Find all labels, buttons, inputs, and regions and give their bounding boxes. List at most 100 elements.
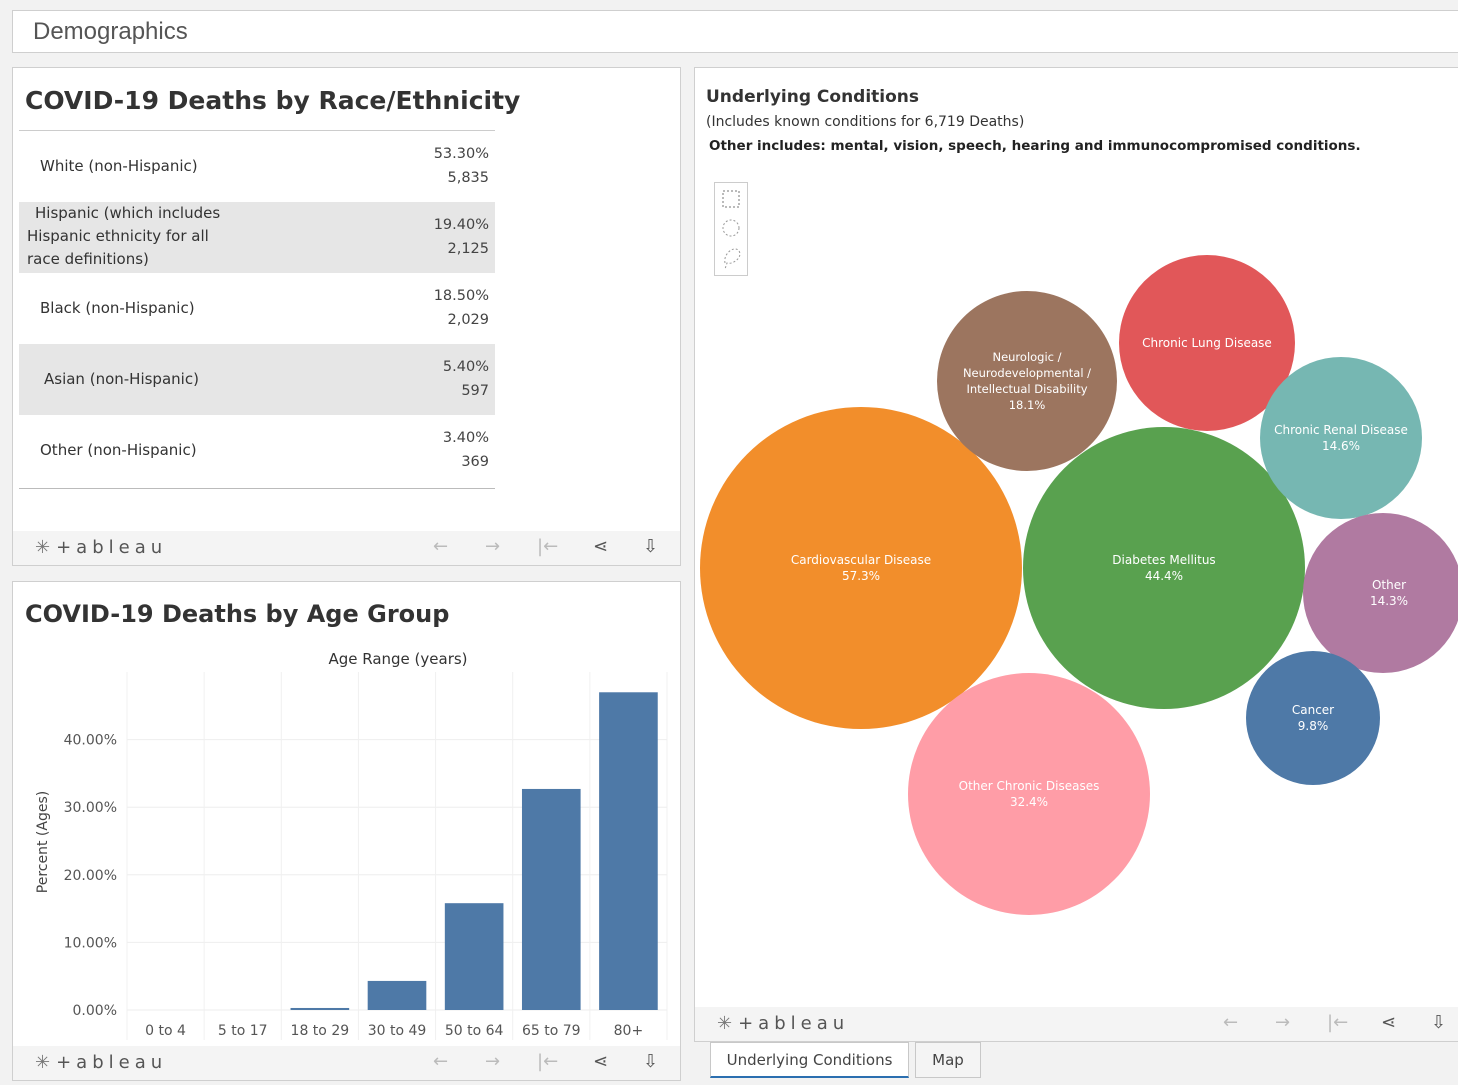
bubble-chronic-renal-disease[interactable] [1260,357,1422,519]
race-label-line: Hispanic (which includes [35,204,221,222]
tableau-logo[interactable]: ✳ +ableau [717,1013,849,1034]
y-tick-label: 20.00% [64,868,117,884]
undo-icon[interactable]: ← [433,1051,448,1072]
download-icon[interactable]: ⇩ [643,536,658,557]
redo-icon[interactable]: → [1275,1012,1290,1033]
bubble-label: Other Chronic Diseases [959,779,1100,793]
race-table-bottom-rule [19,488,495,489]
race-label-line: Hispanic ethnicity for all [27,227,209,245]
bar [599,692,658,1010]
race-label-line: Asian (non-Hispanic) [44,370,199,388]
x-tick-label: 65 to 79 [522,1023,581,1039]
tableau-toolbar: ✳ +ableau ← → |← ⋖ ⇩ [695,1007,1458,1041]
bar [290,1007,350,1010]
bubble-other[interactable] [1303,513,1458,673]
bubble-label: Other [1372,578,1406,592]
bubble-diabetes-mellitus[interactable] [1023,427,1305,709]
bubble-label: Diabetes Mellitus [1112,553,1215,567]
tableau-toolbar: ✳ +ableau ← → |← ⋖ ⇩ [13,531,680,565]
bubble-label: Intellectual Disability [966,382,1087,396]
race-row[interactable]: Hispanic (which includes Hispanic ethnici… [19,202,495,273]
redo-icon[interactable]: → [485,536,500,557]
tab-map[interactable]: Map [915,1042,981,1078]
bubble-label: Cardiovascular Disease [791,553,931,567]
revert-icon[interactable]: |← [1327,1012,1348,1033]
tableau-toolbar: ✳ +ableau ← → |← ⋖ ⇩ [13,1046,680,1080]
bubble-label: Cancer [1292,703,1334,717]
race-label: Hispanic (which includes Hispanic ethnici… [27,202,220,271]
race-row[interactable]: White (non-Hispanic) 53.30% 5,835 [19,131,495,202]
share-icon[interactable]: ⋖ [593,536,608,557]
bubble-label: Neurologic / [992,350,1061,364]
y-tick-label: 0.00% [73,1003,117,1019]
bubble-other-chronic-diseases[interactable] [908,673,1150,915]
bar [367,980,427,1010]
bubble-label: Chronic Lung Disease [1142,336,1272,350]
race-percent: 3.40% [442,430,489,446]
race-count: 2,029 [447,312,489,328]
race-row[interactable]: Black (non-Hispanic) 18.50% 2,029 [19,273,495,344]
race-label-line: Black (non-Hispanic) [40,299,195,317]
race-percent: 5.40% [442,359,489,375]
bubble-label: 57.3% [842,569,880,583]
bar [521,788,581,1010]
bubble-label: 18.1% [1009,398,1046,412]
race-label: Black (non-Hispanic) [40,297,195,320]
dashboard-header: Demographics [12,10,1458,53]
bubble-label: Chronic Renal Disease [1274,423,1408,437]
bubble-label: 14.3% [1370,594,1408,608]
y-axis-label: Percent (Ages) [35,791,51,893]
race-percent: 18.50% [433,288,489,304]
tableau-logo[interactable]: ✳ +ableau [35,537,167,558]
chart-title: Age Range (years) [328,650,467,668]
bubble-label: 32.4% [1010,795,1048,809]
tableau-logo[interactable]: ✳ +ableau [35,1052,167,1073]
tab-underlying-conditions[interactable]: Underlying Conditions [710,1042,909,1078]
download-icon[interactable]: ⇩ [1431,1012,1446,1033]
conditions-bubble-chart: Cardiovascular Disease 57.3% Diabetes Mell… [700,255,1458,915]
race-row[interactable]: Asian (non-Hispanic) 5.40% 597 [19,344,495,415]
bubble-cancer[interactable] [1246,651,1380,785]
race-count: 2,125 [447,241,489,257]
y-tick-label: 40.00% [64,733,117,749]
race-count: 369 [461,454,489,470]
race-label-line: White (non-Hispanic) [40,157,198,175]
share-icon[interactable]: ⋖ [1381,1012,1396,1033]
y-tick-label: 30.00% [64,800,117,816]
bubble-cardiovascular-disease[interactable] [700,407,1022,729]
race-ethnicity-panel: COVID-19 Deaths by Race/Ethnicity White … [12,67,681,566]
race-label-line: race definitions) [27,250,149,268]
x-tick-label: 50 to 64 [445,1023,504,1039]
race-panel-title: COVID-19 Deaths by Race/Ethnicity [25,86,521,115]
race-percent: 19.40% [433,217,489,233]
underlying-conditions-panel: Underlying Conditions (Includes known co… [694,67,1458,1042]
redo-icon[interactable]: → [485,1051,500,1072]
bubble-label: 9.8% [1298,719,1329,733]
x-tick-label: 0 to 4 [145,1023,186,1039]
x-tick-label: 5 to 17 [218,1023,268,1039]
y-tick-label: 10.00% [64,935,117,951]
bubble-neurologic-neurodevelopmental-intellectual-disability[interactable] [937,291,1117,471]
revert-icon[interactable]: |← [537,1051,558,1072]
bubble-label: 44.4% [1145,569,1183,583]
bubble-label: 14.6% [1322,439,1360,453]
race-row[interactable]: Other (non-Hispanic) 3.40% 369 [19,415,495,486]
undo-icon[interactable]: ← [1223,1012,1238,1033]
race-label: White (non-Hispanic) [40,155,198,178]
race-label-line: Other (non-Hispanic) [40,441,197,459]
bar [444,903,504,1010]
download-icon[interactable]: ⇩ [643,1051,658,1072]
revert-icon[interactable]: |← [537,536,558,557]
race-percent: 53.30% [433,146,489,162]
race-count: 597 [461,383,489,399]
age-group-panel: COVID-19 Deaths by Age Group Age Range (… [12,581,681,1081]
x-tick-label: 30 to 49 [368,1023,427,1039]
x-tick-label: 18 to 29 [291,1023,350,1039]
share-icon[interactable]: ⋖ [593,1051,608,1072]
x-tick-label: 80+ [614,1023,644,1039]
race-count: 5,835 [447,170,489,186]
undo-icon[interactable]: ← [433,536,448,557]
age-bar-chart: Age Range (years) Percent (Ages) 0.00% 10.0… [35,650,668,1040]
race-label: Asian (non-Hispanic) [44,368,199,391]
bubble-label: Neurodevelopmental / [963,366,1091,380]
